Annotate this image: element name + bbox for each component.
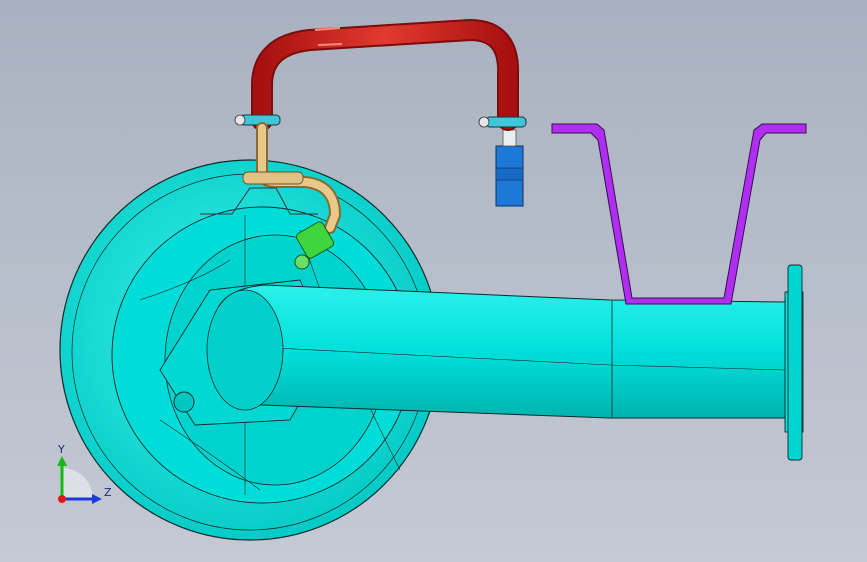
sensor-block-stem[interactable] [502, 129, 517, 147]
hose-clamps[interactable] [234, 114, 527, 128]
green-fitting-nut[interactable] [294, 254, 310, 270]
red-hose[interactable] [251, 18, 520, 131]
end-flange-plate[interactable] [787, 264, 803, 461]
y-axis-label: Y [57, 443, 65, 456]
flange-bolt-hole[interactable] [173, 391, 195, 413]
pipe-body[interactable] [214, 284, 786, 419]
triad-quadrant [62, 468, 93, 499]
y-axis-arrowhead [57, 456, 67, 466]
x-axis-dot [58, 495, 66, 503]
cad-3d-viewport[interactable]: Y Z [0, 0, 867, 562]
right-hose-clamp[interactable] [485, 116, 527, 128]
tube-saddle[interactable] [242, 171, 304, 185]
hose-body[interactable] [253, 20, 518, 129]
support-bracket[interactable] [551, 123, 807, 305]
sensor-block[interactable] [495, 129, 524, 207]
cad-model-scene[interactable]: Y Z [0, 0, 867, 562]
pipe-elbow-opening[interactable] [206, 289, 284, 411]
right-clamp-screw[interactable] [478, 116, 490, 128]
z-axis-arrowhead [92, 494, 102, 504]
z-axis-label: Z [104, 486, 112, 499]
bracket-profile[interactable] [551, 123, 807, 305]
left-clamp-screw[interactable] [234, 114, 246, 126]
sensor-block-band [495, 167, 524, 181]
